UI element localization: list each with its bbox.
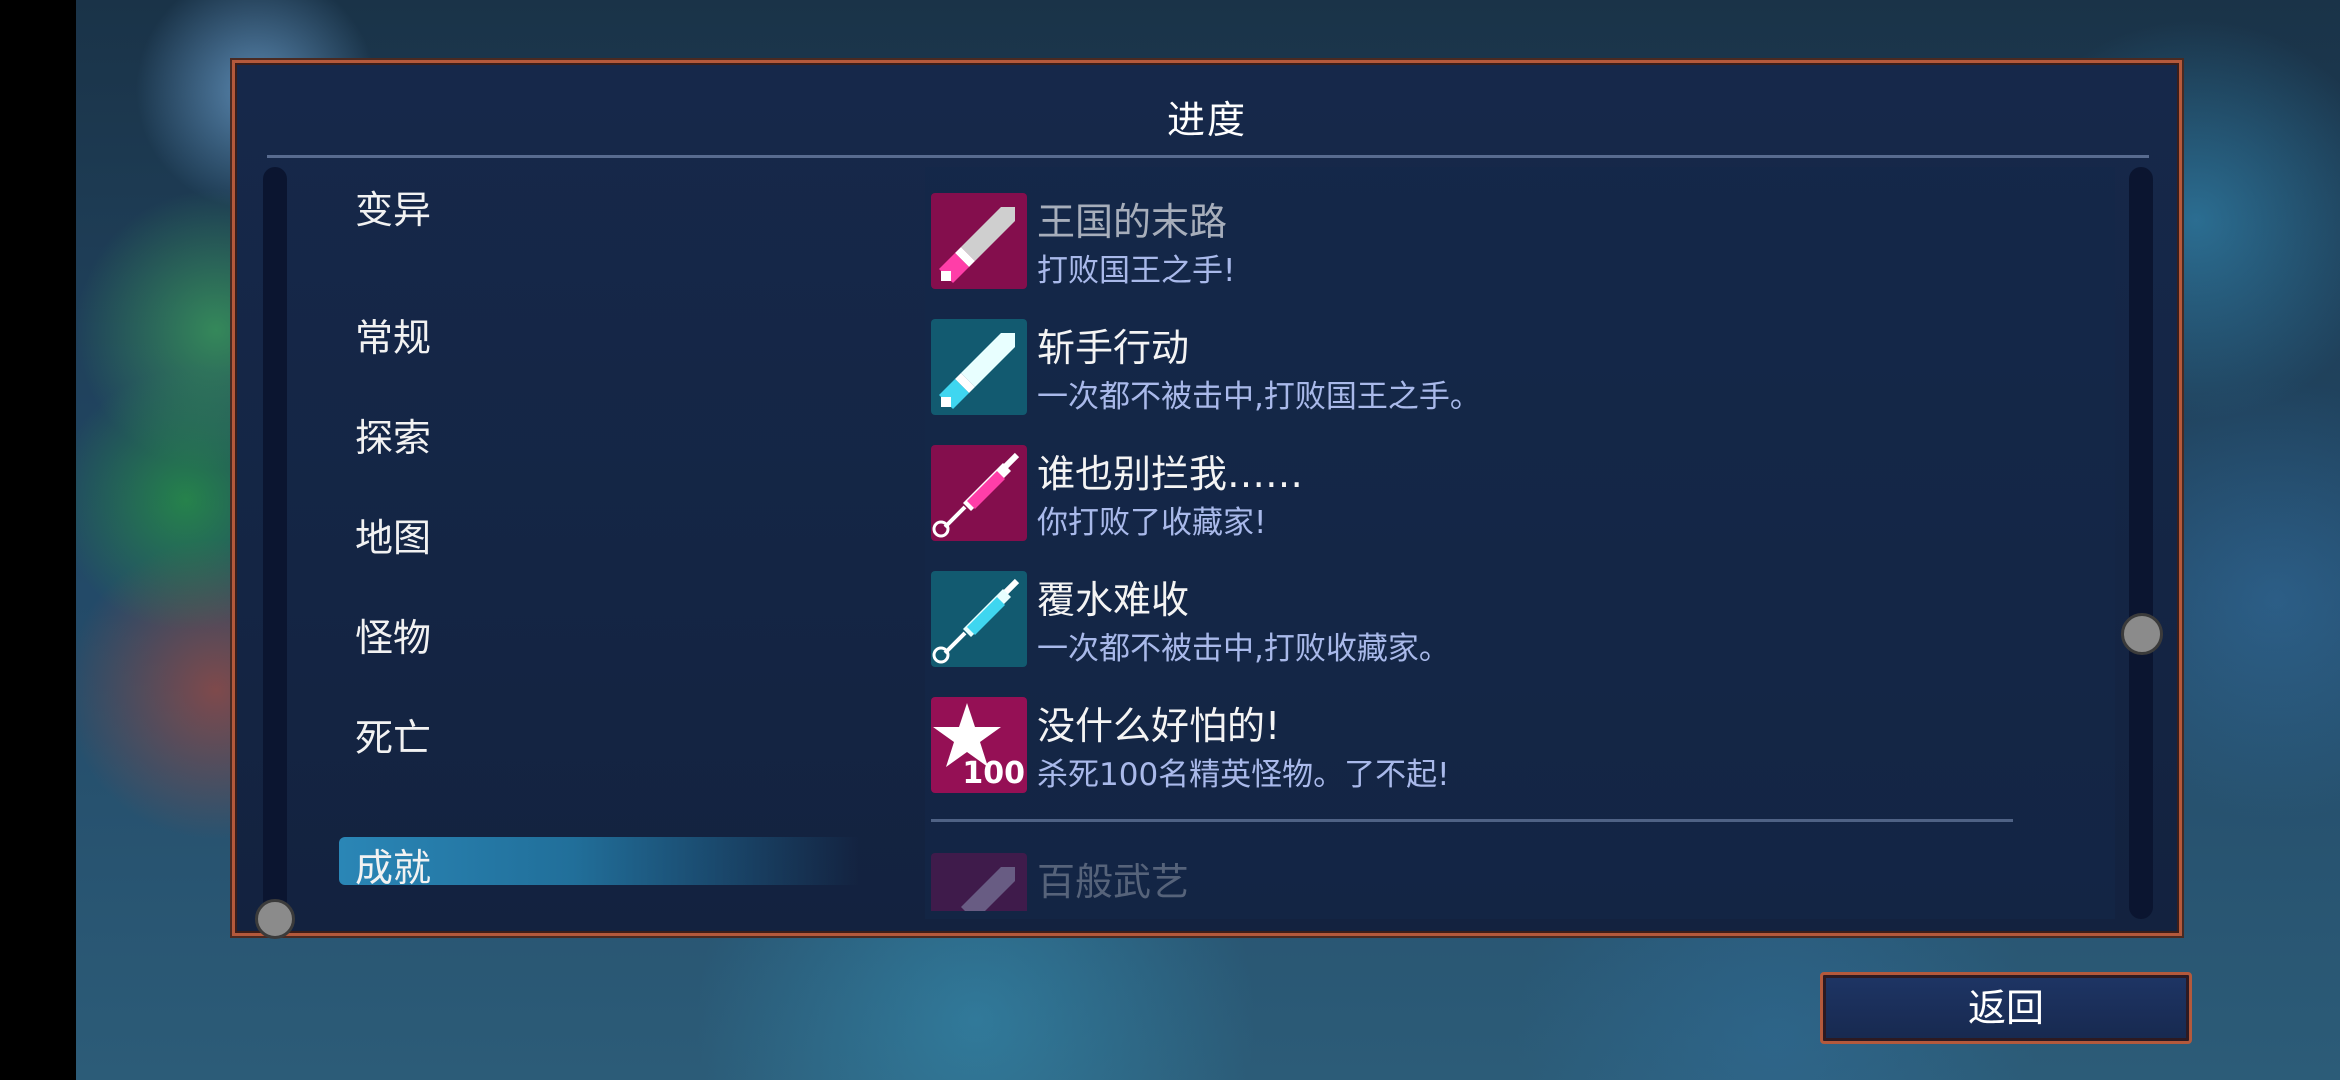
category-map[interactable]: 地图 [355,507,431,562]
achievement-title: 斩手行动 [1037,326,1190,370]
achievement-title: 王国的末路 [1037,200,1228,244]
achievement-title: 没什么好怕的! [1037,704,1281,748]
title-divider [267,155,2149,158]
achievement-item[interactable]: 斩手行动 一次都不被击中,打败国王之手。 [931,319,2061,419]
achievement-title: 谁也别拦我…… [1037,452,1304,496]
syringe-icon [931,571,1027,667]
category-exploration[interactable]: 探索 [355,407,431,462]
sword-icon [931,853,1027,911]
list-divider [931,819,2013,822]
achievement-item[interactable]: 覆水难收 一次都不被击中,打败收藏家。 [931,571,2061,671]
achievement-desc: 一次都不被击中,打败收藏家。 [1037,631,1450,667]
category-scrollbar-track[interactable] [263,167,287,919]
panel-title: 进度 [1166,98,1247,142]
achievement-item[interactable]: 100 没什么好怕的! 杀死100名精英怪物。了不起! [931,697,2061,797]
achievement-desc: 打败国王之手! [1037,253,1236,289]
progress-panel: 进度 变异 常规 探索 地图 怪物 死亡 成就 王国的末路 打败国王之手! 斩手… [232,60,2182,939]
category-achievements[interactable]: 成就 [355,837,431,892]
sword-icon [931,193,1027,289]
achievement-desc: 你打败了收藏家! [1037,505,1267,541]
achievement-item[interactable]: 王国的末路 打败国王之手! [931,193,2061,293]
category-mutations[interactable]: 变异 [355,179,431,234]
achievement-item[interactable]: 谁也别拦我…… 你打败了收藏家! [931,445,2061,545]
achievement-title: 覆水难收 [1037,578,1190,622]
achievement-count-badge: 100 [962,756,1025,791]
achievement-desc: 一次都不被击中,打败国王之手。 [1037,379,1481,415]
category-deaths[interactable]: 死亡 [355,707,431,762]
list-scrollbar-track[interactable] [2129,167,2153,919]
list-scrollbar-knob[interactable] [2121,613,2163,655]
back-button[interactable]: 返回 [1820,972,2192,1044]
syringe-icon [931,445,1027,541]
category-monsters[interactable]: 怪物 [355,607,431,662]
achievement-title: 百般武艺 [1037,860,1190,904]
star-icon: 100 [931,697,1027,793]
category-scrollbar-knob[interactable] [255,899,295,939]
achievement-desc: 杀死100名精英怪物。了不起! [1037,757,1450,793]
category-general[interactable]: 常规 [355,307,431,362]
achievement-item[interactable]: 百般武艺 [931,853,2061,911]
sword-icon [931,319,1027,415]
